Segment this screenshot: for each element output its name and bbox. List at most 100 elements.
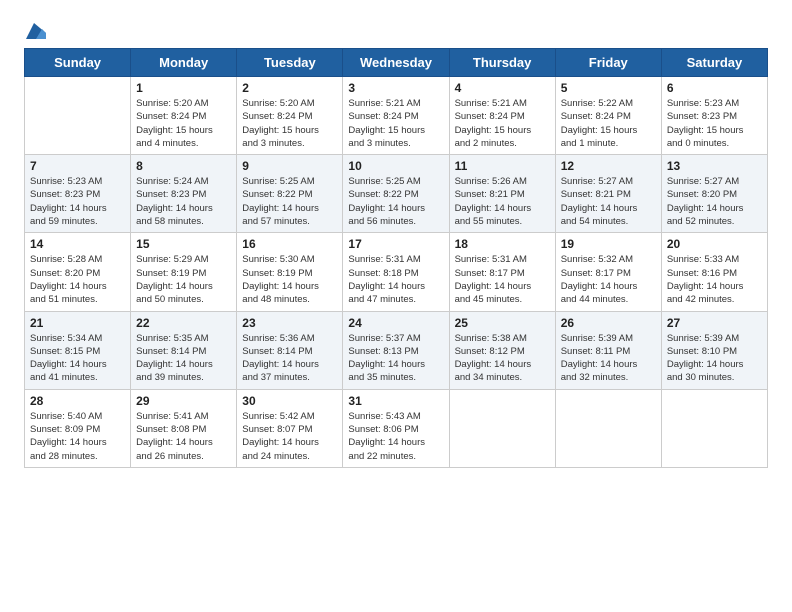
- calendar-week: 21Sunrise: 5:34 AM Sunset: 8:15 PM Dayli…: [25, 311, 768, 389]
- header-day: Saturday: [661, 49, 767, 77]
- calendar-cell: 25Sunrise: 5:38 AM Sunset: 8:12 PM Dayli…: [449, 311, 555, 389]
- calendar-cell: 20 Sunrise: 5:33 AM Sunset: 8:16 PM Dayli…: [661, 233, 767, 311]
- calendar-cell: [449, 389, 555, 467]
- day-content: Sunrise: 5:22 AM Sunset: 8:24 PM Dayligh…: [561, 97, 656, 150]
- day-number: 13: [667, 159, 762, 173]
- day-content: Sunrise: 5:31 AM Sunset: 8:17 PM Dayligh…: [455, 253, 550, 306]
- logo: [24, 20, 46, 40]
- day-content: Sunrise: 5:25 AM Sunset: 8:22 PM Dayligh…: [242, 175, 337, 228]
- day-number: 3: [348, 81, 443, 95]
- day-number: 18: [455, 237, 550, 251]
- calendar-cell: 30 Sunrise: 5:42 AM Sunset: 8:07 PM Dayli…: [237, 389, 343, 467]
- day-number: 10: [348, 159, 443, 173]
- header-row: SundayMondayTuesdayWednesdayThursdayFrid…: [25, 49, 768, 77]
- calendar-cell: 8 Sunrise: 5:24 AM Sunset: 8:23 PM Daylig…: [131, 155, 237, 233]
- day-content: Sunrise: 5:41 AM Sunset: 8:08 PM Dayligh…: [136, 410, 231, 463]
- day-content: Sunrise: 5:40 AM Sunset: 8:09 PM Dayligh…: [30, 410, 125, 463]
- calendar-cell: 24 Sunrise: 5:37 AM Sunset: 8:13 PM Dayli…: [343, 311, 449, 389]
- calendar-cell: 31 Sunrise: 5:43 AM Sunset: 8:06 PM Dayli…: [343, 389, 449, 467]
- calendar-cell: [25, 77, 131, 155]
- header-day: Tuesday: [237, 49, 343, 77]
- day-content: Sunrise: 5:28 AM Sunset: 8:20 PM Dayligh…: [30, 253, 125, 306]
- page-header: [24, 20, 768, 40]
- calendar-cell: 18 Sunrise: 5:31 AM Sunset: 8:17 PM Dayli…: [449, 233, 555, 311]
- day-number: 22: [136, 316, 231, 330]
- calendar-cell: 14 Sunrise: 5:28 AM Sunset: 8:20 PM Dayli…: [25, 233, 131, 311]
- calendar-cell: 11Sunrise: 5:26 AM Sunset: 8:21 PM Dayli…: [449, 155, 555, 233]
- header-day: Monday: [131, 49, 237, 77]
- calendar-cell: [661, 389, 767, 467]
- header-day: Wednesday: [343, 49, 449, 77]
- day-number: 11: [455, 159, 550, 173]
- day-number: 4: [455, 81, 550, 95]
- day-number: 9: [242, 159, 337, 173]
- day-number: 24: [348, 316, 443, 330]
- day-number: 30: [242, 394, 337, 408]
- calendar-cell: 7Sunrise: 5:23 AM Sunset: 8:23 PM Daylig…: [25, 155, 131, 233]
- calendar-cell: 4Sunrise: 5:21 AM Sunset: 8:24 PM Daylig…: [449, 77, 555, 155]
- calendar-cell: 16 Sunrise: 5:30 AM Sunset: 8:19 PM Dayli…: [237, 233, 343, 311]
- calendar-cell: 26 Sunrise: 5:39 AM Sunset: 8:11 PM Dayli…: [555, 311, 661, 389]
- day-number: 27: [667, 316, 762, 330]
- day-content: Sunrise: 5:42 AM Sunset: 8:07 PM Dayligh…: [242, 410, 337, 463]
- calendar-cell: 19 Sunrise: 5:32 AM Sunset: 8:17 PM Dayli…: [555, 233, 661, 311]
- header-day: Sunday: [25, 49, 131, 77]
- day-number: 2: [242, 81, 337, 95]
- day-number: 19: [561, 237, 656, 251]
- day-number: 31: [348, 394, 443, 408]
- calendar-cell: 22 Sunrise: 5:35 AM Sunset: 8:14 PM Dayli…: [131, 311, 237, 389]
- calendar-cell: 28 Sunrise: 5:40 AM Sunset: 8:09 PM Dayli…: [25, 389, 131, 467]
- day-content: Sunrise: 5:36 AM Sunset: 8:14 PM Dayligh…: [242, 332, 337, 385]
- logo-icon: [26, 23, 46, 39]
- calendar-cell: 1Sunrise: 5:20 AM Sunset: 8:24 PM Daylig…: [131, 77, 237, 155]
- day-number: 7: [30, 159, 125, 173]
- logo-line1: [24, 20, 46, 40]
- day-content: Sunrise: 5:25 AM Sunset: 8:22 PM Dayligh…: [348, 175, 443, 228]
- calendar-cell: 27 Sunrise: 5:39 AM Sunset: 8:10 PM Dayli…: [661, 311, 767, 389]
- day-number: 12: [561, 159, 656, 173]
- day-number: 15: [136, 237, 231, 251]
- calendar-cell: 2 Sunrise: 5:20 AM Sunset: 8:24 PM Daylig…: [237, 77, 343, 155]
- calendar-week: 28 Sunrise: 5:40 AM Sunset: 8:09 PM Dayli…: [25, 389, 768, 467]
- day-number: 1: [136, 81, 231, 95]
- day-number: 25: [455, 316, 550, 330]
- day-content: Sunrise: 5:32 AM Sunset: 8:17 PM Dayligh…: [561, 253, 656, 306]
- calendar-cell: 6 Sunrise: 5:23 AM Sunset: 8:23 PM Daylig…: [661, 77, 767, 155]
- day-content: Sunrise: 5:43 AM Sunset: 8:06 PM Dayligh…: [348, 410, 443, 463]
- day-number: 8: [136, 159, 231, 173]
- day-number: 16: [242, 237, 337, 251]
- day-number: 17: [348, 237, 443, 251]
- day-number: 28: [30, 394, 125, 408]
- day-content: Sunrise: 5:33 AM Sunset: 8:16 PM Dayligh…: [667, 253, 762, 306]
- day-number: 26: [561, 316, 656, 330]
- day-content: Sunrise: 5:39 AM Sunset: 8:10 PM Dayligh…: [667, 332, 762, 385]
- day-content: Sunrise: 5:27 AM Sunset: 8:21 PM Dayligh…: [561, 175, 656, 228]
- day-content: Sunrise: 5:29 AM Sunset: 8:19 PM Dayligh…: [136, 253, 231, 306]
- day-number: 20: [667, 237, 762, 251]
- calendar-week: 1 Sunrise: 5:20 AM Sunset: 8:24 PM Daylig…: [25, 77, 768, 155]
- day-number: 23: [242, 316, 337, 330]
- day-content: Sunrise: 5:20 AM Sunset: 8:24 PM Dayligh…: [242, 97, 337, 150]
- calendar-week: 14 Sunrise: 5:28 AM Sunset: 8:20 PM Dayli…: [25, 233, 768, 311]
- calendar-cell: 17Sunrise: 5:31 AM Sunset: 8:18 PM Dayli…: [343, 233, 449, 311]
- day-content: Sunrise: 5:37 AM Sunset: 8:13 PM Dayligh…: [348, 332, 443, 385]
- day-content: Sunrise: 5:24 AM Sunset: 8:23 PM Dayligh…: [136, 175, 231, 228]
- day-content: Sunrise: 5:35 AM Sunset: 8:14 PM Dayligh…: [136, 332, 231, 385]
- calendar-cell: 12 Sunrise: 5:27 AM Sunset: 8:21 PM Dayli…: [555, 155, 661, 233]
- day-number: 14: [30, 237, 125, 251]
- day-number: 6: [667, 81, 762, 95]
- day-content: Sunrise: 5:23 AM Sunset: 8:23 PM Dayligh…: [667, 97, 762, 150]
- calendar-week: 7Sunrise: 5:23 AM Sunset: 8:23 PM Daylig…: [25, 155, 768, 233]
- day-content: Sunrise: 5:39 AM Sunset: 8:11 PM Dayligh…: [561, 332, 656, 385]
- day-number: 5: [561, 81, 656, 95]
- calendar-cell: 13Sunrise: 5:27 AM Sunset: 8:20 PM Dayli…: [661, 155, 767, 233]
- calendar-body: 1 Sunrise: 5:20 AM Sunset: 8:24 PM Daylig…: [25, 77, 768, 468]
- day-content: Sunrise: 5:30 AM Sunset: 8:19 PM Dayligh…: [242, 253, 337, 306]
- calendar-cell: 5 Sunrise: 5:22 AM Sunset: 8:24 PM Daylig…: [555, 77, 661, 155]
- calendar-cell: [555, 389, 661, 467]
- calendar-cell: 3Sunrise: 5:21 AM Sunset: 8:24 PM Daylig…: [343, 77, 449, 155]
- day-number: 29: [136, 394, 231, 408]
- calendar-cell: 10 Sunrise: 5:25 AM Sunset: 8:22 PM Dayli…: [343, 155, 449, 233]
- calendar-cell: 15 Sunrise: 5:29 AM Sunset: 8:19 PM Dayli…: [131, 233, 237, 311]
- calendar-cell: 23 Sunrise: 5:36 AM Sunset: 8:14 PM Dayli…: [237, 311, 343, 389]
